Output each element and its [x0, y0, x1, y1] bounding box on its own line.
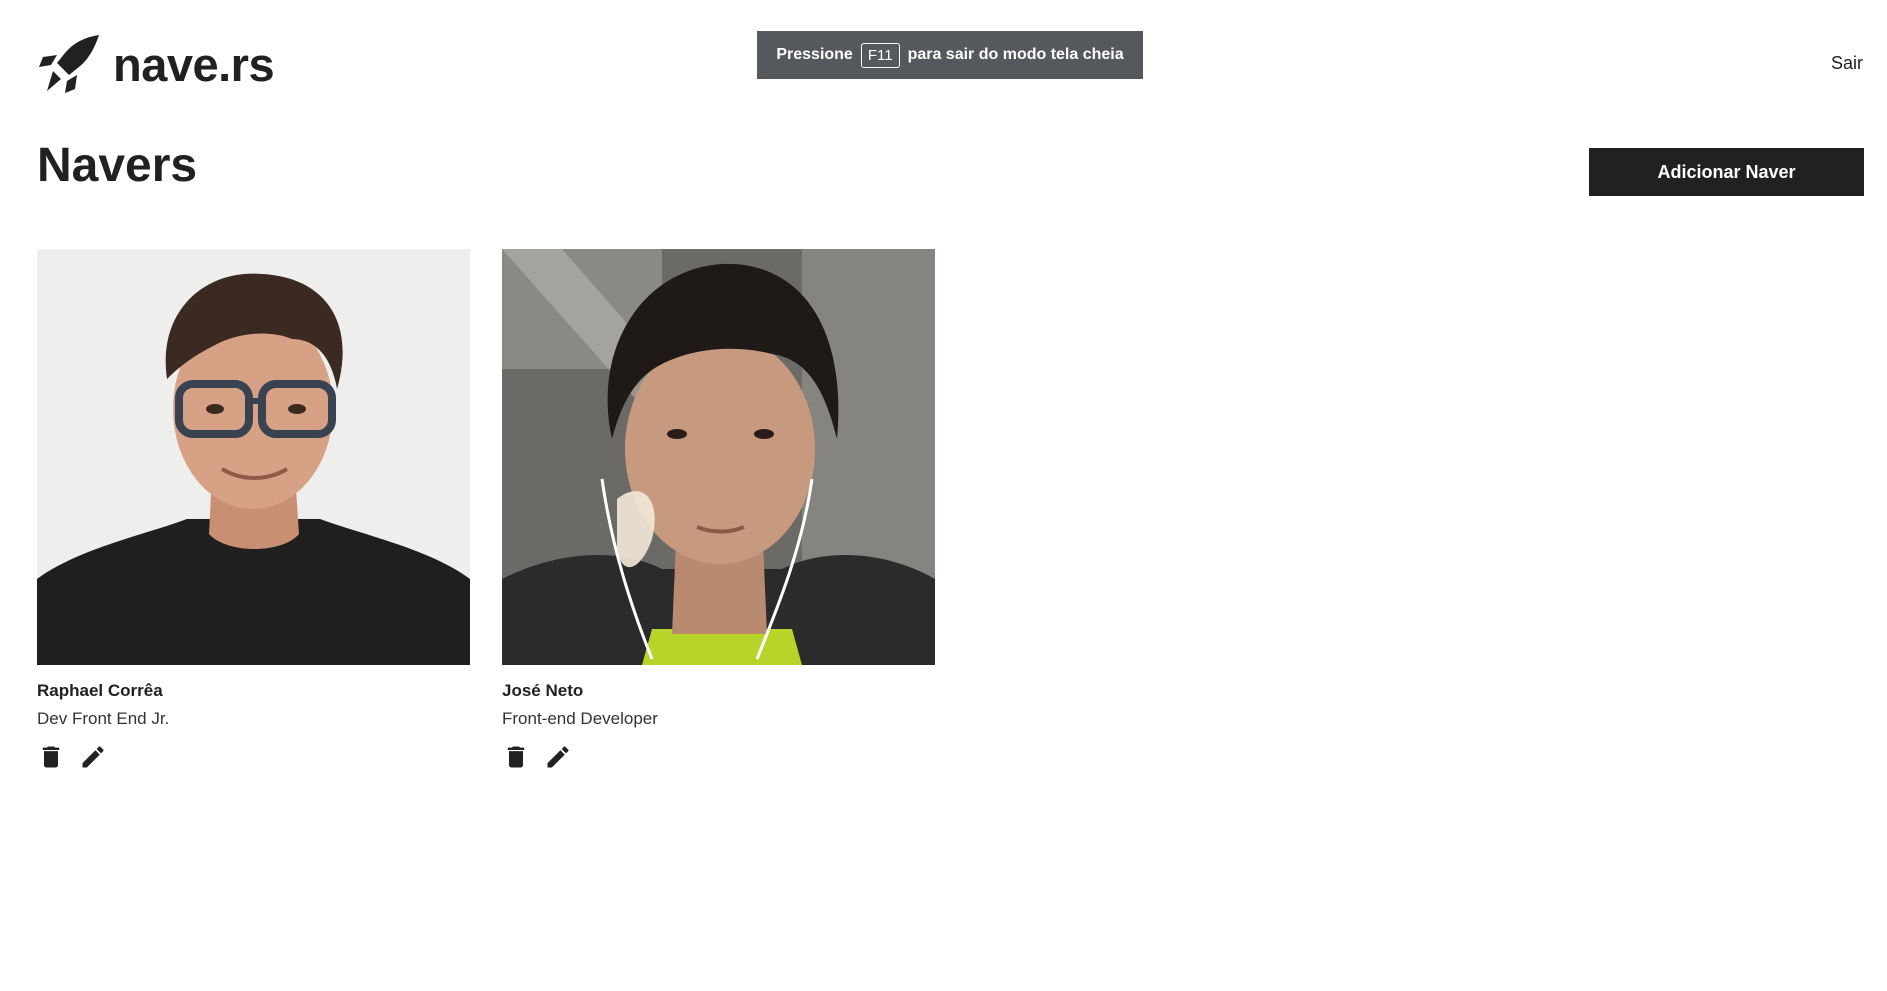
naver-photo[interactable] — [37, 249, 470, 665]
pencil-icon[interactable] — [544, 743, 572, 771]
naver-name: José Neto — [502, 681, 584, 700]
naver-actions — [502, 743, 935, 771]
logo-text: nave.rs — [113, 37, 275, 91]
naver-card: José Neto Front-end Developer — [502, 249, 935, 771]
naver-role: Front-end Developer — [502, 709, 658, 728]
naver-photo[interactable] — [502, 249, 935, 665]
toast-text-after: para sair do modo tela cheia — [907, 46, 1124, 63]
toast-text-before: Pressione — [776, 46, 853, 63]
trash-icon[interactable] — [502, 743, 530, 771]
naver-card: Raphael Corrêa Dev Front End Jr. — [37, 249, 470, 771]
navers-list: Raphael Corrêa Dev Front End Jr. José Ne… — [37, 249, 935, 771]
fullscreen-toast: Pressione F11 para sair do modo tela che… — [757, 31, 1143, 79]
pencil-icon[interactable] — [79, 743, 107, 771]
add-naver-button[interactable]: Adicionar Naver — [1589, 148, 1864, 196]
page-title: Navers — [37, 139, 198, 192]
toast-key: F11 — [860, 42, 900, 68]
logo[interactable]: nave.rs — [37, 33, 275, 95]
naver-actions — [37, 743, 470, 771]
naver-role: Dev Front End Jr. — [37, 709, 170, 728]
page: nave.rs Pressione F11 para sair do modo … — [0, 0, 1887, 991]
logout-link[interactable]: Sair — [1831, 53, 1863, 74]
rocket-icon — [37, 33, 101, 95]
trash-icon[interactable] — [37, 743, 65, 771]
naver-name: Raphael Corrêa — [37, 681, 163, 700]
